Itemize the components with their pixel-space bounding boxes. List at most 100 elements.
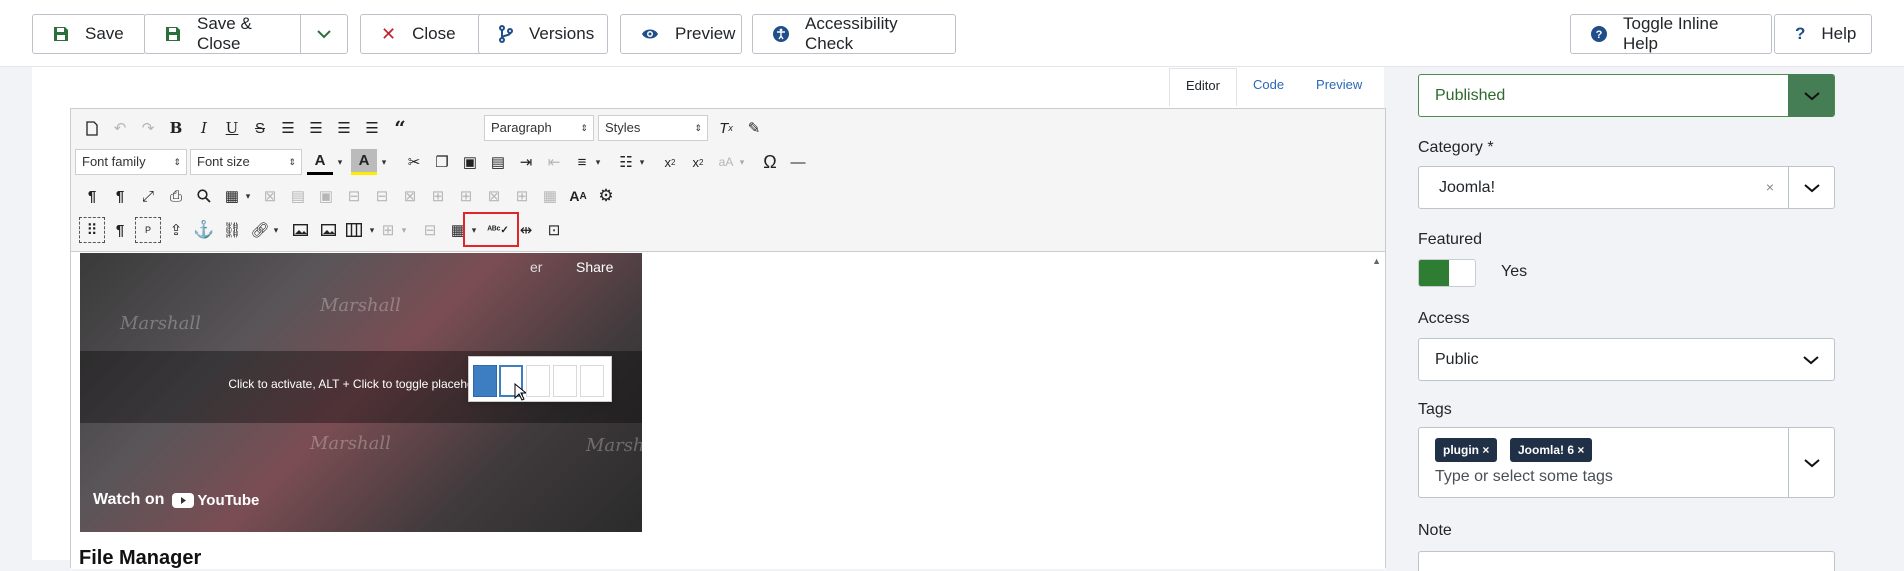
add-column-icon[interactable]: ⊞ xyxy=(375,217,401,243)
save-close-button[interactable]: Save & Close xyxy=(145,14,300,53)
character-map-dropdown[interactable]: ▾ xyxy=(737,149,747,175)
remove-tag-icon[interactable]: × xyxy=(1577,443,1584,457)
access-select[interactable]: Public xyxy=(1418,338,1835,381)
indent-icon[interactable]: ⇥ xyxy=(513,149,539,175)
column-option-5[interactable] xyxy=(580,365,604,397)
help-button[interactable]: ? Help xyxy=(1774,14,1872,54)
spellcheck-icon[interactable]: AA xyxy=(565,183,591,209)
visual-blocks-icon[interactable]: ⠿ xyxy=(79,217,105,243)
table-icon[interactable]: ▦ xyxy=(219,183,245,209)
tags-select[interactable]: plugin × Joomla! 6 × Type or select some… xyxy=(1418,427,1835,498)
rtl-icon[interactable]: ¶ xyxy=(107,183,133,209)
insert-col-after-icon[interactable]: ⊞ xyxy=(453,183,479,209)
column-option-3[interactable] xyxy=(526,365,550,397)
columns-icon[interactable] xyxy=(341,217,367,243)
align-center-icon[interactable]: ☰ xyxy=(303,115,329,141)
clear-formatting-icon[interactable]: Tx xyxy=(713,115,739,141)
font-family-select[interactable]: Font family ⇕ xyxy=(75,149,187,175)
horizontal-rule-icon[interactable]: — xyxy=(785,149,811,175)
clear-icon[interactable]: × xyxy=(1766,167,1774,208)
omega-icon[interactable]: Ω xyxy=(757,149,783,175)
bullet-list-dropdown[interactable]: ▾ xyxy=(637,149,647,175)
bullet-list-icon[interactable]: ☷ xyxy=(613,149,639,175)
anchor-icon[interactable]: ⚓ xyxy=(191,217,217,243)
print-icon[interactable]: ⎙ xyxy=(163,183,189,209)
column-option-1[interactable] xyxy=(473,365,497,397)
tab-editor[interactable]: Editor xyxy=(1169,68,1237,106)
undo-icon[interactable]: ↶ xyxy=(107,115,133,141)
copy-icon[interactable]: ❐ xyxy=(429,149,455,175)
superscript-icon[interactable]: x2 xyxy=(685,149,711,175)
align-right-icon[interactable]: ☰ xyxy=(359,115,385,141)
text-color-dropdown[interactable]: ▾ xyxy=(335,149,345,175)
tag-chip[interactable]: Joomla! 6 × xyxy=(1510,438,1593,462)
split-cells-icon[interactable]: ⊞ xyxy=(509,183,535,209)
scroll-up-icon[interactable]: ▲ xyxy=(1372,256,1381,266)
subscript-icon[interactable]: x2 xyxy=(657,149,683,175)
tags-search-input[interactable]: Type or select some tags xyxy=(1435,468,1613,486)
category-select[interactable]: Joomla! × xyxy=(1418,166,1835,209)
insert-row-after-icon[interactable]: ⊟ xyxy=(369,183,395,209)
tag-chip[interactable]: plugin × xyxy=(1435,438,1498,462)
ltr-icon[interactable]: ¶ xyxy=(79,183,105,209)
column-option-4[interactable] xyxy=(553,365,577,397)
cut-icon[interactable]: ✂ xyxy=(401,149,427,175)
character-map-icon[interactable]: aA xyxy=(713,149,739,175)
paste-text-icon[interactable]: ▤ xyxy=(485,149,511,175)
outdent-icon[interactable]: ⇤ xyxy=(541,149,567,175)
redo-icon[interactable]: ↷ xyxy=(135,115,161,141)
merge-cells-icon[interactable]: ▦ xyxy=(537,183,563,209)
cell-props-icon[interactable]: ▣ xyxy=(313,183,339,209)
visual-chars-icon[interactable]: ¶ xyxy=(107,217,133,243)
link-dropdown[interactable]: ▾ xyxy=(271,217,281,243)
format-select[interactable]: Paragraph ⇕ xyxy=(484,115,594,141)
strikethrough-icon[interactable]: S xyxy=(247,115,273,141)
unlink-icon[interactable]: ⛓ xyxy=(219,217,245,243)
watch-on-youtube[interactable]: Watch on YouTube xyxy=(93,491,259,509)
underline-icon[interactable]: U xyxy=(219,115,245,141)
versions-button[interactable]: Versions xyxy=(478,14,608,54)
paste-icon[interactable]: ▣ xyxy=(457,149,483,175)
bold-icon[interactable]: B xyxy=(163,115,189,141)
table-dropdown[interactable]: ▾ xyxy=(243,183,253,209)
upload-icon[interactable]: ⇪ xyxy=(163,217,189,243)
note-input[interactable] xyxy=(1418,551,1835,571)
status-select[interactable]: Published xyxy=(1418,74,1835,117)
remove-tag-icon[interactable]: × xyxy=(1482,443,1489,457)
delete-row-icon[interactable]: ⊠ xyxy=(397,183,423,209)
paragraph-block-icon[interactable]: P xyxy=(135,217,161,243)
remove-column-icon[interactable]: ⊟ xyxy=(417,217,443,243)
insert-col-before-icon[interactable]: ⊞ xyxy=(425,183,451,209)
tab-preview[interactable]: Preview xyxy=(1300,68,1378,105)
media-icon[interactable] xyxy=(315,217,341,243)
toggle-inline-help-button[interactable]: ? Toggle Inline Help xyxy=(1570,14,1772,54)
numbered-list-icon[interactable]: ≡ xyxy=(569,149,595,175)
preview-button[interactable]: Preview xyxy=(620,14,742,54)
insert-block-icon[interactable]: ⊡ xyxy=(541,217,567,243)
background-color-icon[interactable]: A xyxy=(351,149,377,175)
delete-col-icon[interactable]: ⊠ xyxy=(481,183,507,209)
close-button[interactable]: ✕ Close xyxy=(360,14,484,54)
link-icon[interactable]: 🔗︎ xyxy=(247,217,273,243)
row-props-icon[interactable]: ▤ xyxy=(285,183,311,209)
align-left-icon[interactable]: ☰ xyxy=(331,115,357,141)
italic-icon[interactable]: I xyxy=(191,115,217,141)
cleanup-icon[interactable]: ✎ xyxy=(741,115,767,141)
add-column-dropdown[interactable]: ▾ xyxy=(399,217,409,243)
video-share-label[interactable]: Share xyxy=(576,259,613,275)
tab-code[interactable]: Code xyxy=(1237,68,1300,105)
accessibility-check-button[interactable]: Accessibility Check xyxy=(752,14,956,54)
save-button[interactable]: Save xyxy=(32,14,146,54)
gear-icon[interactable]: ⚙ xyxy=(593,183,619,209)
image-icon[interactable] xyxy=(287,217,313,243)
delete-table-icon[interactable]: ⊠ xyxy=(257,183,283,209)
background-color-dropdown[interactable]: ▾ xyxy=(379,149,389,175)
align-justify-icon[interactable]: ☰ xyxy=(275,115,301,141)
search-icon[interactable] xyxy=(191,183,217,209)
styles-select[interactable]: Styles ⇕ xyxy=(598,115,708,141)
text-color-icon[interactable]: A xyxy=(307,149,333,175)
fullscreen-icon[interactable]: ⤢ xyxy=(135,183,161,209)
numbered-list-dropdown[interactable]: ▾ xyxy=(593,149,603,175)
new-document-icon[interactable] xyxy=(79,115,105,141)
font-size-select[interactable]: Font size ⇕ xyxy=(190,149,302,175)
